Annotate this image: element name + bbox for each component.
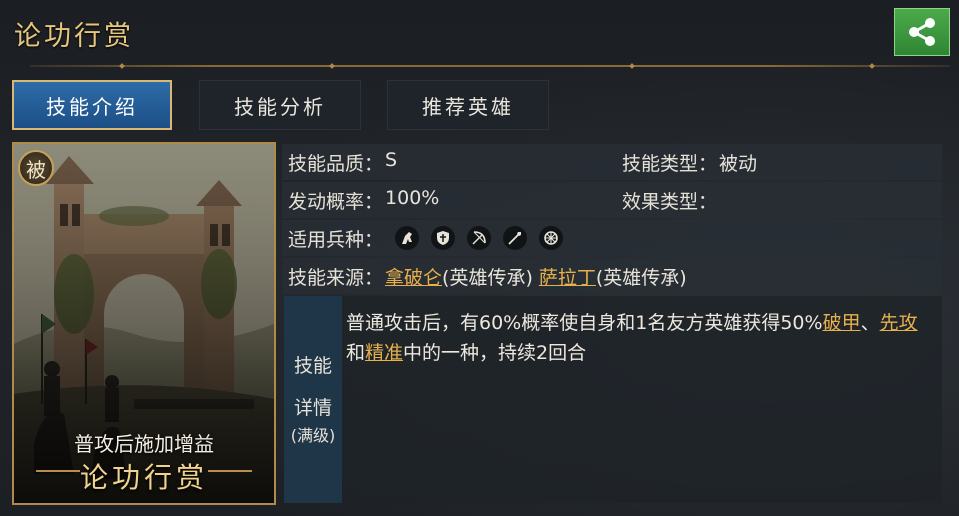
detail-label-line1: 技能 (293, 354, 332, 377)
skill-detail-panel: 技能 详情 (满级) 普通攻击后，有60%概率使自身和1名友方英雄获得50%破甲… (284, 296, 942, 503)
source-hero-note: (英雄传承) (595, 266, 687, 289)
source-hero-link-napoleon[interactable]: 拿破仑 (385, 263, 442, 290)
shield-infantry-icon (431, 226, 456, 250)
share-icon (909, 18, 935, 46)
info-row-troops: 适用兵种： (282, 220, 942, 256)
detail-separator: 、 (860, 312, 880, 334)
tab-recommended-heroes[interactable]: 推荐英雄 (387, 80, 549, 130)
rate-label: 发动概率： (288, 190, 384, 213)
archer-bow-icon (467, 226, 492, 250)
detail-text-part1: 普通攻击后，有60%概率使自身和1名友方英雄获得50% (346, 312, 823, 334)
info-row-rate-effect: 发动概率： 100% 效果类型： (282, 182, 942, 218)
header-divider (30, 63, 950, 69)
status-link-armor-break[interactable]: 破甲 (823, 312, 861, 334)
skill-card: 被 普攻后施加增益 论功行赏 (12, 142, 276, 505)
source-label: 技能来源： (288, 266, 384, 289)
page-title: 论功行赏 (14, 21, 134, 52)
troops-label: 适用兵种： (288, 228, 384, 251)
skill-card-caption: 普攻后施加增益 (74, 432, 214, 456)
detail-text-part2: 中的一种，持续2回合 (403, 342, 587, 364)
effect-label: 效果类型： (622, 190, 718, 213)
source-hero-note: (英雄传承) (442, 266, 533, 289)
detail-label-line2: 详情 (293, 396, 332, 419)
detail-label-line3: (满级) (290, 425, 336, 445)
tab-skill-intro[interactable]: 技能介绍 (12, 80, 172, 130)
type-label: 技能类型： (622, 152, 718, 175)
spear-icon (503, 226, 528, 250)
chariot-wheel-icon (539, 226, 564, 250)
tab-skill-analysis[interactable]: 技能分析 (199, 80, 361, 130)
detail-separator: 和 (346, 342, 366, 364)
info-row-quality-type: 技能品质： S 技能类型： 被动 (282, 144, 942, 180)
status-link-precision[interactable]: 精准 (365, 342, 403, 364)
quality-value: S (385, 148, 398, 171)
source-hero-link-saladin[interactable]: 萨拉丁 (539, 263, 596, 290)
rate-value: 100% (385, 186, 440, 209)
detail-text: 普通攻击后，有60%概率使自身和1名友方英雄获得50%破甲、先攻和精准中的一种，… (346, 308, 936, 368)
quality-label: 技能品质： (288, 152, 384, 175)
skill-card-name: 论功行赏 (79, 461, 208, 494)
info-row-source: 技能来源： 拿破仑 (英雄传承) 萨拉丁 (英雄传承) (282, 258, 942, 294)
type-value: 被动 (719, 152, 758, 175)
cavalry-icon (395, 226, 420, 250)
status-link-first-strike[interactable]: 先攻 (880, 312, 918, 334)
share-button[interactable] (894, 8, 950, 56)
detail-label: 技能 详情 (满级) (284, 296, 342, 503)
passive-badge: 被 (18, 150, 54, 186)
